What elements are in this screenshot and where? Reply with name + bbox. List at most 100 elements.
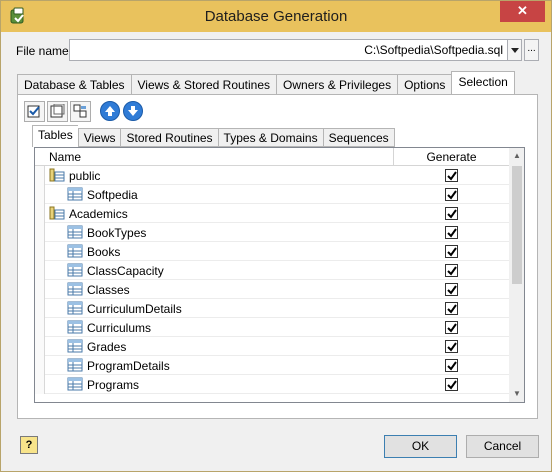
generate-checkbox[interactable]	[445, 378, 458, 391]
generate-checkbox[interactable]	[445, 321, 458, 334]
table-row[interactable]: Curriculums	[35, 318, 509, 337]
subtab-types-domains[interactable]: Types & Domains	[217, 128, 323, 147]
invert-selection-button[interactable]	[70, 101, 91, 122]
schema-icon	[49, 168, 65, 182]
database-generation-window: Database Generation ✕ File name ... Data…	[0, 0, 552, 472]
generate-checkbox[interactable]	[445, 302, 458, 315]
table-row[interactable]: Grades	[35, 337, 509, 356]
generate-checkbox[interactable]	[445, 188, 458, 201]
row-label: Books	[87, 245, 121, 259]
vertical-scrollbar[interactable]: ▲ ▼	[509, 148, 524, 402]
table-row[interactable]: Books	[35, 242, 509, 261]
generate-checkbox[interactable]	[445, 264, 458, 277]
column-header-name[interactable]: Name	[49, 150, 81, 164]
check-all-button[interactable]	[24, 101, 45, 122]
row-label: Softpedia	[87, 188, 138, 202]
uncheck-all-button[interactable]	[47, 101, 68, 122]
tables-grid: Name Generate public Softpedia Academics Bo…	[34, 147, 525, 403]
generate-checkbox[interactable]	[445, 340, 458, 353]
table-icon	[67, 320, 83, 334]
ok-button[interactable]: OK	[384, 435, 457, 458]
table-row[interactable]: Softpedia	[35, 185, 509, 204]
close-button[interactable]: ✕	[500, 1, 545, 22]
subtab-tables[interactable]: Tables	[32, 125, 78, 147]
subtab-views[interactable]: Views	[77, 128, 121, 147]
table-icon	[67, 377, 83, 391]
row-label: Grades	[87, 340, 127, 354]
row-label: ClassCapacity	[87, 264, 164, 278]
arrow-up-icon	[105, 106, 115, 116]
help-button[interactable]: ?	[20, 436, 38, 454]
table-row[interactable]: Programs	[35, 375, 509, 394]
generate-checkbox[interactable]	[445, 169, 458, 182]
row-label: Programs	[87, 378, 140, 392]
row-indicator[interactable]	[35, 204, 45, 223]
row-indicator[interactable]	[35, 261, 45, 280]
row-label: public	[69, 169, 101, 183]
table-row[interactable]: Academics	[35, 204, 509, 223]
tab-options[interactable]: Options	[397, 74, 452, 95]
generate-checkbox[interactable]	[445, 283, 458, 296]
schema-icon	[49, 206, 65, 220]
cancel-button[interactable]: Cancel	[466, 435, 539, 458]
browse-button[interactable]: ...	[524, 39, 539, 61]
row-indicator[interactable]	[35, 280, 45, 299]
main-tabs: Database & Tables Views & Stored Routine…	[17, 71, 515, 95]
tab-owners-privileges[interactable]: Owners & Privileges	[276, 74, 398, 95]
row-indicator[interactable]	[35, 375, 45, 394]
table-row[interactable]: CurriculumDetails	[35, 299, 509, 318]
row-label: Classes	[87, 283, 130, 297]
row-indicator[interactable]	[35, 299, 45, 318]
row-indicator[interactable]	[35, 337, 45, 356]
row-label: CurriculumDetails	[87, 302, 182, 316]
check-all-icon	[27, 105, 40, 118]
selection-subtabs: Tables Views Stored Routines Types & Dom…	[32, 125, 395, 147]
row-label: Curriculums	[87, 321, 152, 335]
row-indicator[interactable]	[35, 166, 45, 185]
uncheck-all-icon	[50, 104, 65, 118]
tab-selection[interactable]: Selection	[451, 71, 515, 95]
move-down-button[interactable]	[123, 101, 143, 121]
row-indicator[interactable]	[35, 356, 45, 375]
selection-panel: Tables Views Stored Routines Types & Dom…	[17, 94, 538, 419]
table-icon	[67, 225, 83, 239]
table-icon	[67, 339, 83, 353]
dialog-body: File name ... Database & Tables Views & …	[8, 32, 544, 465]
title-bar[interactable]: Database Generation ✕	[1, 1, 551, 32]
table-row[interactable]: Classes	[35, 280, 509, 299]
invert-selection-icon	[73, 104, 87, 118]
table-icon	[67, 187, 83, 201]
arrow-down-icon	[128, 106, 138, 116]
table-row[interactable]: ProgramDetails	[35, 356, 509, 375]
row-indicator[interactable]	[35, 223, 45, 242]
generate-checkbox[interactable]	[445, 207, 458, 220]
row-label: ProgramDetails	[87, 359, 170, 373]
generate-checkbox[interactable]	[445, 226, 458, 239]
table-icon	[67, 244, 83, 258]
scroll-down-arrow[interactable]: ▼	[509, 386, 524, 402]
grid-header: Name Generate	[35, 148, 509, 166]
scroll-up-arrow[interactable]: ▲	[509, 148, 524, 164]
grid-rows: public Softpedia Academics BookTypes Books Cl…	[35, 166, 509, 394]
file-name-input[interactable]	[69, 39, 508, 61]
row-indicator[interactable]	[35, 185, 45, 204]
generate-checkbox[interactable]	[445, 359, 458, 372]
table-row[interactable]: public	[35, 166, 509, 185]
scroll-thumb[interactable]	[512, 166, 522, 284]
tab-database-tables[interactable]: Database & Tables	[17, 74, 131, 95]
generate-checkbox[interactable]	[445, 245, 458, 258]
tab-views-stored-routines[interactable]: Views & Stored Routines	[130, 74, 277, 95]
row-indicator[interactable]	[35, 242, 45, 261]
table-icon	[67, 282, 83, 296]
subtab-sequences[interactable]: Sequences	[322, 128, 395, 147]
row-label: Academics	[69, 207, 128, 221]
table-icon	[67, 263, 83, 277]
table-row[interactable]: BookTypes	[35, 223, 509, 242]
row-label: BookTypes	[87, 226, 147, 240]
table-row[interactable]: ClassCapacity	[35, 261, 509, 280]
column-header-generate[interactable]: Generate	[394, 150, 509, 164]
move-up-button[interactable]	[100, 101, 120, 121]
row-indicator[interactable]	[35, 318, 45, 337]
subtab-stored-routines[interactable]: Stored Routines	[120, 128, 218, 147]
file-name-dropdown-button[interactable]	[507, 39, 522, 61]
